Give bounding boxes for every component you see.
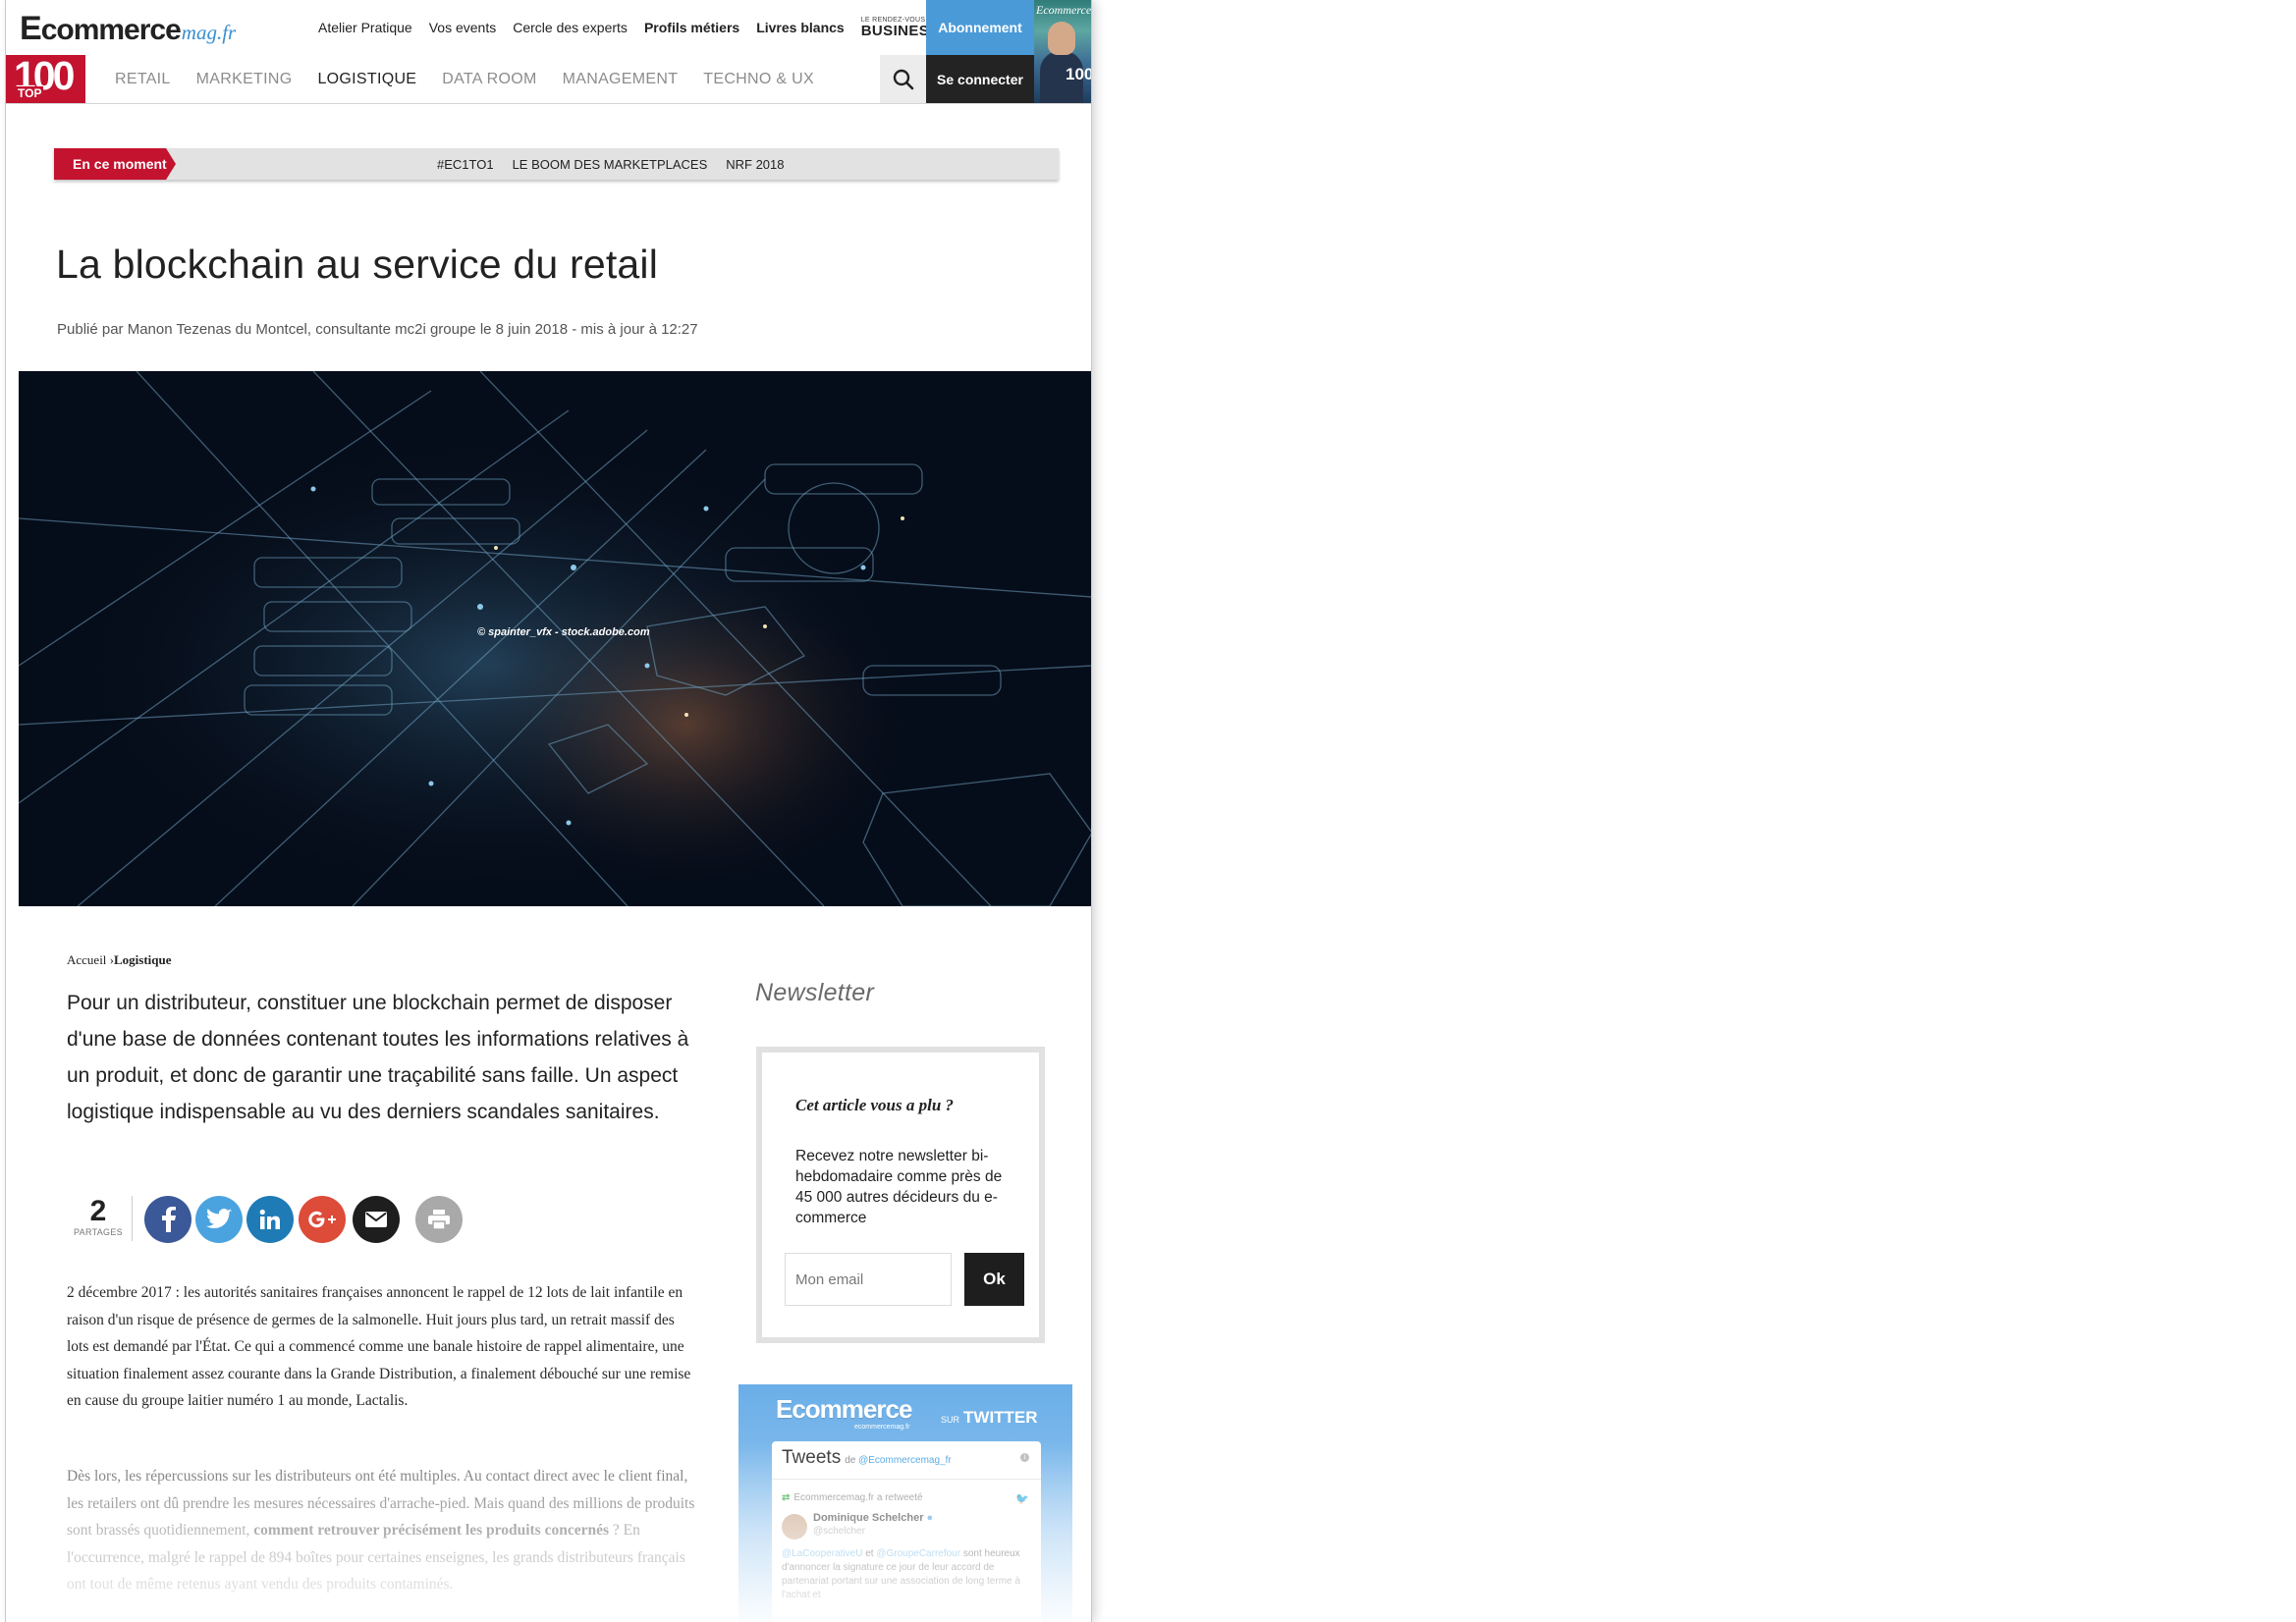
nav-item-techno-ux[interactable]: TECHNO & UX — [703, 71, 814, 88]
top100-badge[interactable]: 100 TOP — [6, 53, 85, 103]
article-paragraph-1: 2 décembre 2017 : les autorités sanitair… — [67, 1284, 691, 1409]
newsletter-ok-button[interactable]: Ok — [964, 1253, 1024, 1306]
breadcrumb: Accueil ›Logistique — [67, 952, 172, 968]
site-logo[interactable]: Ecommerce mag.fr — [20, 10, 236, 49]
newsletter-email-input[interactable] — [785, 1253, 952, 1306]
nav-item-marketing[interactable]: MARKETING — [196, 71, 293, 88]
article-title: La blockchain au service du retail — [56, 242, 659, 287]
share-facebook-button[interactable] — [144, 1196, 191, 1243]
en-ce-moment-label: En ce moment — [54, 148, 176, 180]
nav-item-logistique[interactable]: LOGISTIQUE — [317, 71, 416, 88]
share-count-label: PARTAGES — [74, 1227, 123, 1237]
magazine-cover[interactable]: Ecommerce 100 — [1034, 0, 1091, 103]
tweet-author-handle[interactable]: @schelcher — [813, 1526, 865, 1537]
trending-tag-ec1to1[interactable]: #EC1TO1 — [437, 157, 494, 172]
nav-item-retail[interactable]: RETAIL — [115, 71, 171, 88]
hero-image-credit: © spainter_vfx - stock.adobe.com — [477, 626, 650, 638]
search-icon — [893, 69, 913, 89]
trending-tag-nrf-2018[interactable]: NRF 2018 — [726, 157, 784, 172]
share-email-button[interactable] — [353, 1196, 400, 1243]
page: Ecommerce mag.fr Atelier Pratique Vos ev… — [6, 0, 1091, 1622]
top-links: Atelier Pratique Vos events Cercle des e… — [318, 0, 940, 55]
top-link-profils-metiers[interactable]: Profils métiers — [644, 20, 739, 35]
main-nav: 100 TOP RETAIL MARKETING LOGISTIQUE DATA… — [6, 53, 1091, 104]
google-plus-icon — [308, 1211, 336, 1228]
article-lead: Pour un distributeur, constituer une blo… — [67, 992, 689, 1123]
top-link-vos-events[interactable]: Vos events — [429, 20, 497, 35]
share-divider — [132, 1196, 133, 1241]
magazine-cover-100: 100 — [1066, 65, 1091, 83]
breadcrumb-home[interactable]: Accueil — [67, 952, 106, 967]
newsletter-question: Cet article vous a plu ? — [795, 1096, 955, 1114]
share-google-plus-button[interactable] — [299, 1196, 346, 1243]
twitter-widget-sur-twitter: SUR TWITTER — [941, 1408, 1038, 1427]
avatar[interactable] — [782, 1514, 807, 1540]
info-icon[interactable]: i — [1020, 1453, 1029, 1462]
hero-circuit-illustration — [19, 371, 1091, 906]
article-bold-link[interactable]: comment retrouver précisément les produi… — [253, 1522, 609, 1539]
twitter-divider — [772, 1479, 1041, 1480]
tweet-author[interactable]: Dominique Schelcher ● — [813, 1512, 933, 1524]
twitter-widget: Ecommerce ecommercemag.fr SUR TWITTER Twe… — [738, 1384, 1072, 1622]
twitter-icon — [206, 1209, 232, 1229]
article-hero-image: © spainter_vfx - stock.adobe.com — [19, 371, 1091, 906]
magazine-cover-title: Ecommerce — [1036, 3, 1091, 17]
nav-items: RETAIL MARKETING LOGISTIQUE DATA ROOM MA… — [115, 55, 840, 103]
top-link-livres-blancs[interactable]: Livres blancs — [756, 20, 845, 35]
nav-item-data-room[interactable]: DATA ROOM — [442, 71, 536, 88]
facebook-icon — [162, 1207, 176, 1232]
twitter-widget-logo: Ecommerce — [776, 1394, 912, 1424]
share-bar: 2 PARTAGES — [67, 1196, 499, 1247]
share-count: 2 PARTAGES — [67, 1195, 130, 1238]
trending-tags: #EC1TO1 LE BOOM DES MARKETPLACES NRF 201… — [437, 148, 803, 180]
envelope-icon — [365, 1212, 387, 1227]
twitter-timeline[interactable]: Tweets de @Ecommercemag_fr i ⇄ Ecommercema… — [772, 1441, 1041, 1622]
article-paragraph-2: Dès lors, les répercussions sur les dist… — [67, 1468, 695, 1593]
tweet-text: @LaCooperativeU et @GroupeCarrefour sont… — [782, 1548, 1020, 1600]
verified-icon: ● — [926, 1512, 934, 1524]
twitter-handle-link[interactable]: @Ecommercemag_fr — [858, 1455, 952, 1466]
share-twitter-button[interactable] — [195, 1196, 243, 1243]
nav-item-management[interactable]: MANAGEMENT — [563, 71, 679, 88]
magazine-cover-face — [1048, 22, 1075, 55]
newsletter-text: Recevez notre newsletter bi-hebdomadaire… — [795, 1148, 1003, 1226]
print-button[interactable] — [415, 1196, 463, 1243]
se-connecter-button[interactable]: Se connecter — [926, 55, 1034, 103]
twitter-bird-icon[interactable]: 🐦 — [1015, 1492, 1029, 1505]
breadcrumb-current[interactable]: Logistique — [114, 952, 172, 967]
retweet-label: ⇄ Ecommercemag.fr a retweeté — [782, 1492, 923, 1503]
share-linkedin-button[interactable] — [246, 1196, 294, 1243]
twitter-timeline-header: Tweets de @Ecommercemag_fr — [782, 1447, 952, 1468]
printer-icon — [428, 1210, 450, 1229]
logo-main: Ecommerce — [20, 10, 182, 47]
newsletter-heading: Newsletter — [755, 979, 875, 1006]
header-top: Ecommerce mag.fr Atelier Pratique Vos ev… — [6, 0, 1091, 56]
top100-label: TOP — [16, 86, 44, 100]
twitter-widget-logo-sub: ecommercemag.fr — [854, 1424, 910, 1431]
trending-tag-marketplaces[interactable]: LE BOOM DES MARKETPLACES — [513, 157, 708, 172]
top-link-atelier-pratique[interactable]: Atelier Pratique — [318, 20, 412, 35]
linkedin-icon — [259, 1209, 280, 1229]
top-link-cercle-des-experts[interactable]: Cercle des experts — [513, 20, 628, 35]
article-byline: Publié par Manon Tezenas du Montcel, con… — [57, 321, 698, 338]
share-count-number: 2 — [89, 1195, 107, 1227]
abonnement-button[interactable]: Abonnement — [926, 0, 1034, 55]
retweet-icon: ⇄ — [782, 1492, 791, 1503]
newsletter-box: Cet article vous a plu ? Recevez notre n… — [756, 1047, 1045, 1343]
search-button[interactable] — [880, 55, 926, 103]
en-ce-moment-bar: En ce moment #EC1TO1 LE BOOM DES MARKETP… — [54, 148, 1059, 180]
logo-sub: mag.fr — [181, 21, 237, 44]
